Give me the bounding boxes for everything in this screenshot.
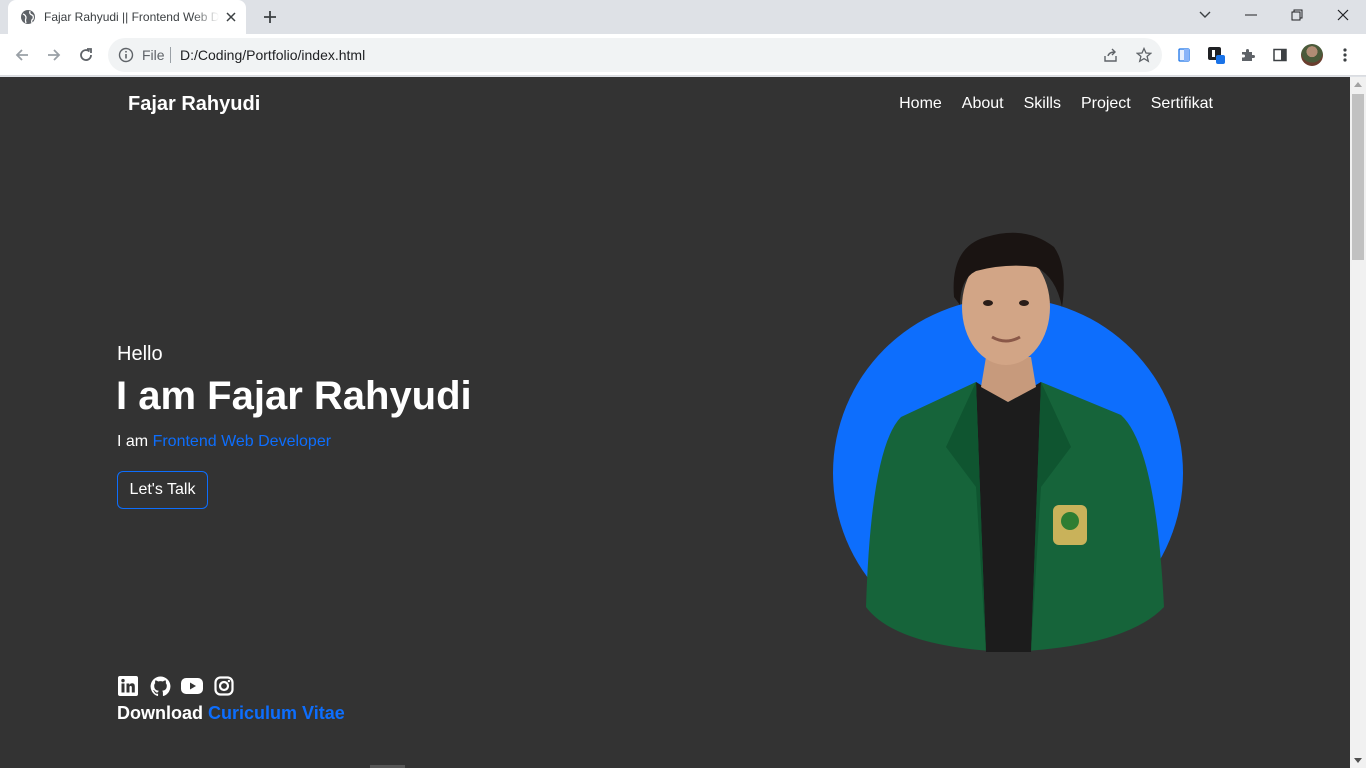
extensions-puzzle-icon[interactable] xyxy=(1234,41,1262,69)
portfolio-page: Fajar Rahyudi Home About Skills Project … xyxy=(0,77,1350,768)
new-tab-icon[interactable] xyxy=(258,5,282,29)
globe-icon xyxy=(20,9,36,25)
browser-toolbar: File D:/Coding/Portfolio/index.html xyxy=(0,34,1366,76)
download-prefix: Download xyxy=(117,703,203,723)
close-window-icon[interactable] xyxy=(1320,0,1366,30)
nav-project[interactable]: Project xyxy=(1081,95,1131,113)
url-divider xyxy=(170,47,171,63)
github-icon[interactable] xyxy=(149,676,171,696)
extension-tab-icon[interactable] xyxy=(1202,41,1230,69)
close-tab-icon[interactable] xyxy=(222,8,240,26)
browser-tabstrip: Fajar Rahyudi || Frontend Web Developer xyxy=(0,0,1366,34)
profile-avatar[interactable] xyxy=(1301,44,1323,66)
hero-greeting: Hello xyxy=(117,343,163,365)
hero-portrait xyxy=(826,232,1191,657)
black-shirt xyxy=(976,382,1041,652)
hero-role-prefix: I am xyxy=(117,433,149,450)
hero-role-line: I am Frontend Web Developer xyxy=(117,433,331,451)
address-bar[interactable]: File D:/Coding/Portfolio/index.html xyxy=(108,38,1162,72)
browser-tab[interactable]: Fajar Rahyudi || Frontend Web Developer xyxy=(8,0,246,34)
menu-kebab-icon[interactable] xyxy=(1331,41,1359,69)
url-scheme: File xyxy=(142,47,165,63)
hero-headline: I am Fajar Rahyudi xyxy=(116,374,472,418)
nav-home[interactable]: Home xyxy=(899,95,942,113)
extension-reader-icon[interactable] xyxy=(1170,41,1198,69)
hero-role: Frontend Web Developer xyxy=(152,433,332,450)
back-icon[interactable] xyxy=(8,41,36,69)
download-cv: Download Curiculum Vitae xyxy=(117,703,345,724)
scroll-up-arrow-icon[interactable] xyxy=(1354,82,1362,87)
lets-talk-button[interactable]: Let's Talk xyxy=(117,471,208,509)
nav-skills[interactable]: Skills xyxy=(1024,95,1061,113)
curriculum-vitae-link[interactable]: Curiculum Vitae xyxy=(208,703,345,723)
site-brand[interactable]: Fajar Rahyudi xyxy=(128,93,260,116)
reload-icon[interactable] xyxy=(72,41,100,69)
bookmark-star-icon[interactable] xyxy=(1135,46,1153,64)
youtube-icon[interactable] xyxy=(181,676,203,696)
site-info-icon[interactable] xyxy=(118,47,134,63)
page-scrollbar[interactable] xyxy=(1350,77,1366,768)
restore-icon[interactable] xyxy=(1274,0,1320,30)
nav-sertifikat[interactable]: Sertifikat xyxy=(1151,95,1213,113)
tab-search-icon[interactable] xyxy=(1182,0,1228,30)
forward-icon[interactable] xyxy=(40,41,68,69)
minimize-icon[interactable] xyxy=(1228,0,1274,30)
share-icon[interactable] xyxy=(1102,46,1120,64)
tab-title: Fajar Rahyudi || Frontend Web Developer xyxy=(44,10,219,24)
social-links xyxy=(117,676,235,696)
scroll-down-arrow-icon[interactable] xyxy=(1354,758,1362,763)
scroll-thumb[interactable] xyxy=(1352,94,1364,260)
main-nav: Home About Skills Project Sertifikat xyxy=(899,95,1213,113)
linkedin-icon[interactable] xyxy=(117,676,139,696)
url-text[interactable]: D:/Coding/Portfolio/index.html xyxy=(180,47,365,63)
nav-about[interactable]: About xyxy=(962,95,1004,113)
instagram-icon[interactable] xyxy=(213,676,235,696)
side-panel-icon[interactable] xyxy=(1266,41,1294,69)
